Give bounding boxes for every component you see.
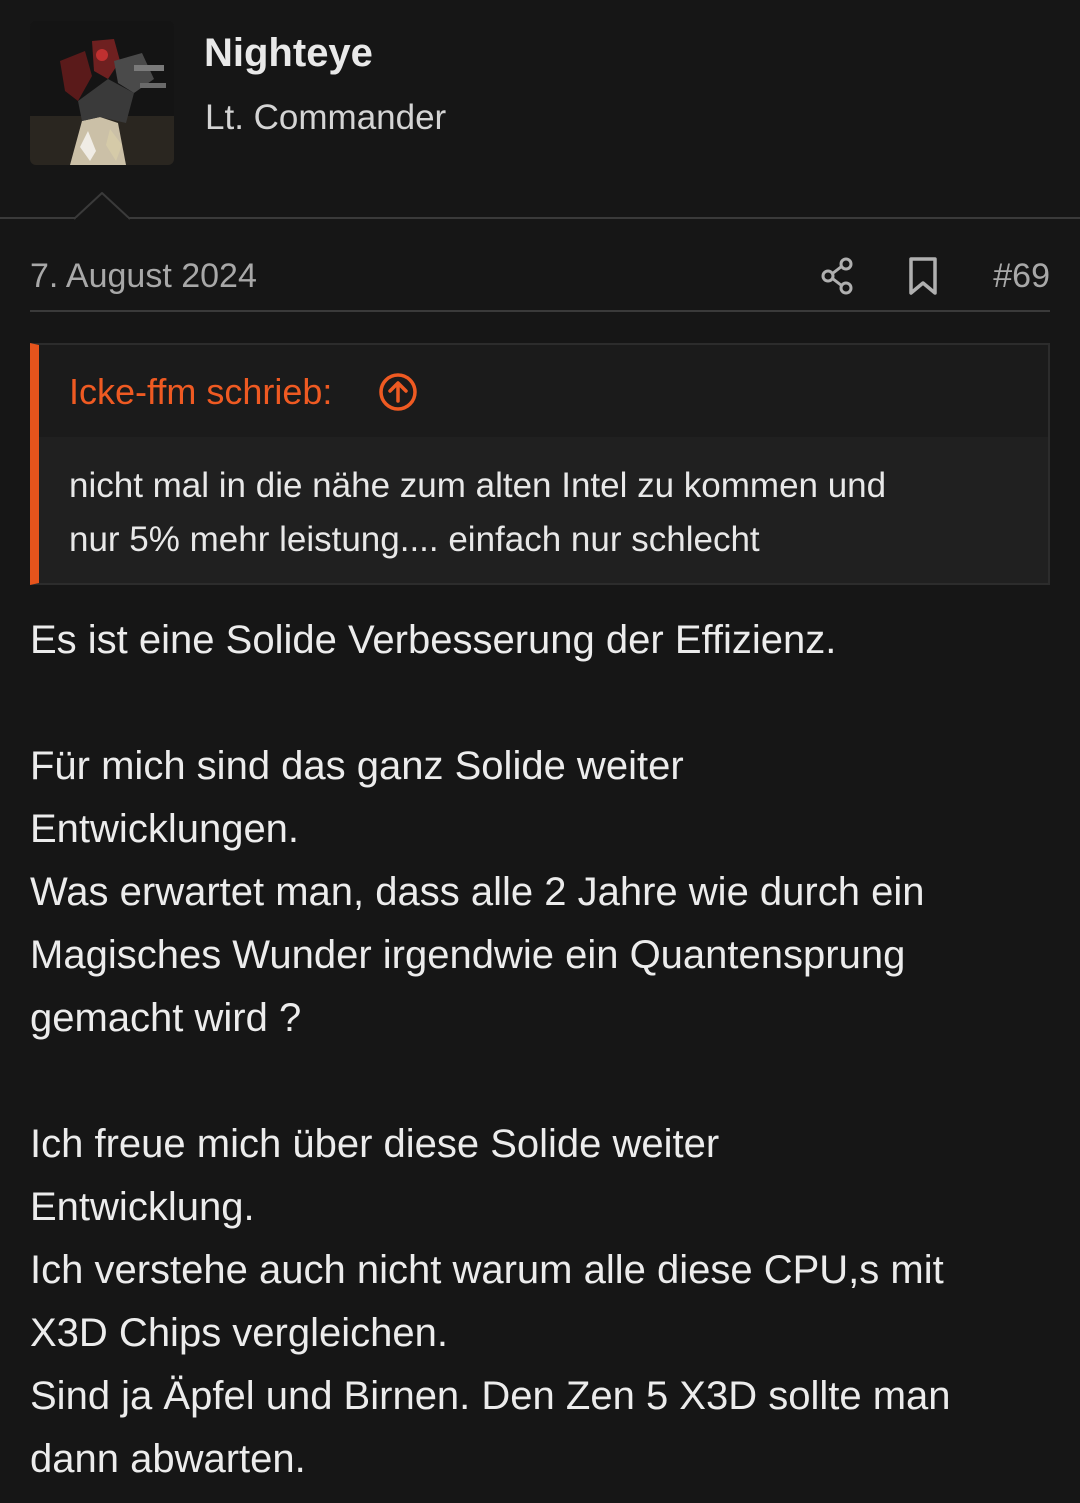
body-line: Es ist eine Solide Verbesserung der Effi… <box>30 618 837 662</box>
body-line: Magisches Wunder irgendwie ein Quantensp… <box>30 933 906 977</box>
body-line: Sind ja Äpfel und Birnen. Den Zen 5 X3D … <box>30 1374 951 1418</box>
quote-text: nicht mal in die nähe zum alten Intel zu… <box>39 437 1048 583</box>
quote-line: nur 5% mehr leistung.... einfach nur sch… <box>69 520 760 559</box>
post-number-link[interactable]: #69 <box>993 256 1050 296</box>
quote-header: Icke-ffm schrieb: <box>39 345 1048 437</box>
arrow-up-circle-icon[interactable] <box>377 371 419 413</box>
username[interactable]: Nighteye <box>204 30 373 76</box>
body-line: gemacht wird ? <box>30 996 302 1040</box>
post-date[interactable]: 7. August 2024 <box>30 256 257 296</box>
body-line: Was erwartet man, dass alle 2 Jahre wie … <box>30 870 925 914</box>
caret-pointer-icon <box>74 192 130 220</box>
post-meta-bar: 7. August 2024 #69 <box>30 244 1050 308</box>
share-icon[interactable] <box>818 254 858 298</box>
quote-author-link[interactable]: Icke-ffm schrieb: <box>69 371 332 413</box>
user-rank: Lt. Commander <box>205 98 447 137</box>
header-divider <box>0 217 1080 219</box>
user-avatar[interactable] <box>30 21 174 165</box>
body-line: Entwicklungen. <box>30 807 300 851</box>
quote-line: nicht mal in die nähe zum alten Intel zu… <box>69 466 887 505</box>
bookmark-icon[interactable] <box>903 254 943 298</box>
body-line: dann abwarten. <box>30 1437 306 1481</box>
body-line: X3D Chips vergleichen. <box>30 1311 448 1355</box>
body-line: Entwicklung. <box>30 1185 255 1229</box>
body-line: Für mich sind das ganz Solide weiter <box>30 744 684 788</box>
meta-divider <box>30 310 1050 312</box>
post-user-header: Nighteye Lt. Commander <box>0 0 1080 218</box>
quote-block: Icke-ffm schrieb: nicht mal in die nähe … <box>30 343 1050 585</box>
body-line: Ich verstehe auch nicht warum alle diese… <box>30 1248 944 1292</box>
body-line: Ich freue mich über diese Solide weiter <box>30 1122 720 1166</box>
robot-avatar-image <box>30 21 174 165</box>
post-body: Es ist eine Solide Verbesserung der Effi… <box>30 609 1060 1491</box>
